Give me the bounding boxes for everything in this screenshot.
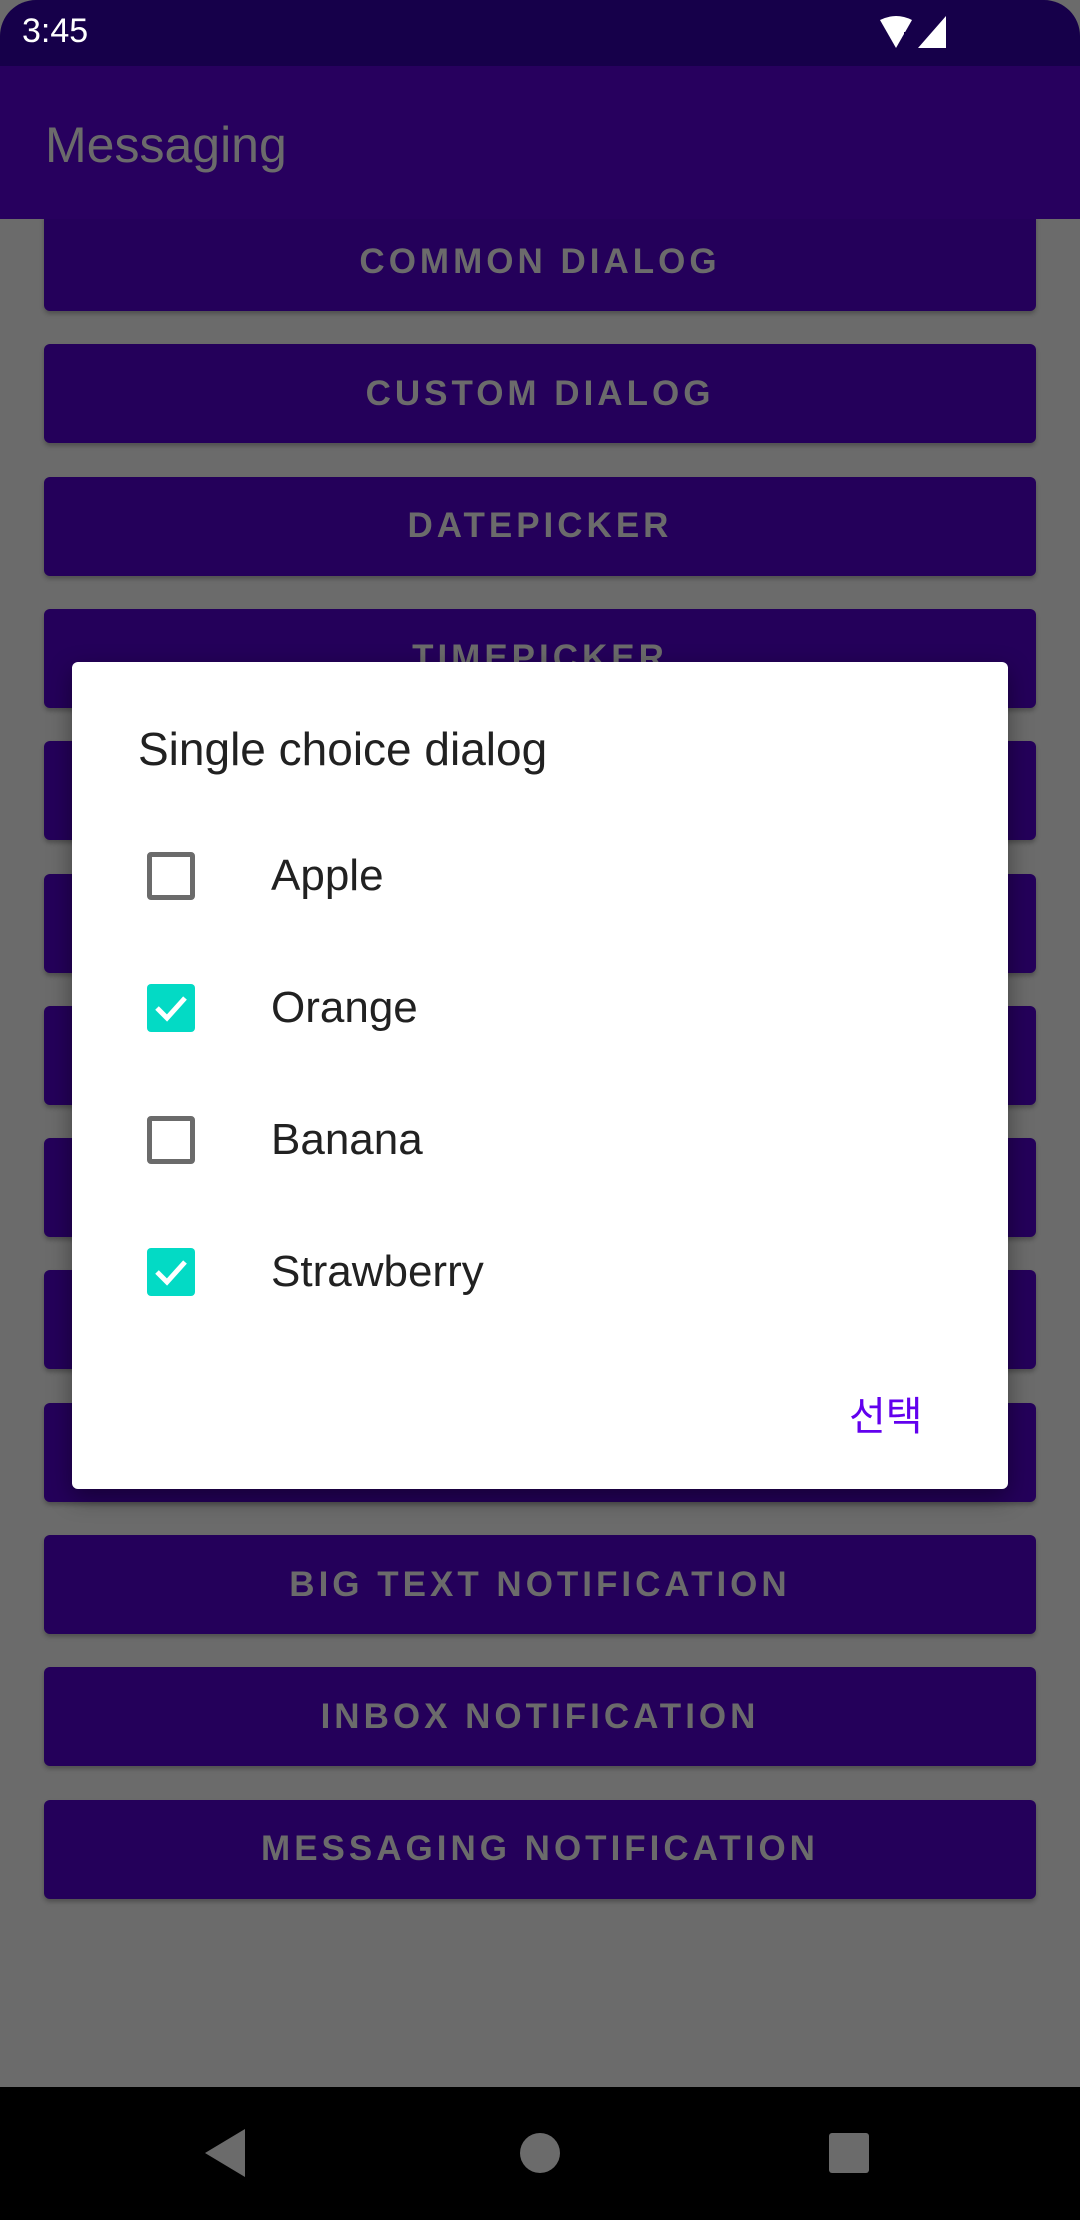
choice-item[interactable]: Strawberry (72, 1206, 1008, 1338)
choice-label: Banana (271, 1115, 423, 1164)
status-bar: 3:45 (0, 0, 1080, 66)
single-choice-dialog: Single choice dialog Apple Orange Banana St… (72, 662, 1008, 1489)
status-time: 3:45 (22, 12, 89, 50)
choice-item[interactable]: Apple (72, 810, 1008, 942)
menu-button[interactable]: CUSTOM DIALOG (44, 344, 1036, 444)
checkbox[interactable] (147, 852, 195, 900)
checkbox[interactable] (147, 1248, 195, 1296)
menu-button[interactable]: COMMON DIALOG (44, 212, 1036, 311)
choice-label: Strawberry (271, 1247, 484, 1296)
recents-icon[interactable] (829, 2133, 871, 2175)
choice-item[interactable]: Orange (72, 942, 1008, 1074)
select-button[interactable]: 선택 (849, 1384, 923, 1442)
choice-label: Apple (271, 851, 384, 900)
check-icon (155, 1260, 187, 1286)
checkbox[interactable] (147, 984, 195, 1032)
menu-button[interactable]: BIG TEXT NOTIFICATION (44, 1535, 1036, 1634)
navigation-bar (0, 2087, 1080, 2220)
app-title: Messaging (45, 117, 287, 173)
check-icon (155, 996, 187, 1022)
checkbox[interactable] (147, 1116, 195, 1164)
choice-label: Orange (271, 983, 418, 1032)
menu-button[interactable]: MESSAGING NOTIFICATION (44, 1799, 1036, 1899)
menu-button[interactable]: DATEPICKER (44, 476, 1036, 576)
choice-item[interactable]: Banana (72, 1074, 1008, 1206)
app-bar: Messaging (0, 66, 1080, 219)
back-icon[interactable] (205, 2129, 245, 2177)
wifi-signal-icon (880, 16, 946, 48)
dialog-title: Single choice dialog (138, 723, 548, 775)
home-icon[interactable] (519, 2132, 561, 2174)
menu-button[interactable]: INBOX NOTIFICATION (44, 1667, 1036, 1767)
